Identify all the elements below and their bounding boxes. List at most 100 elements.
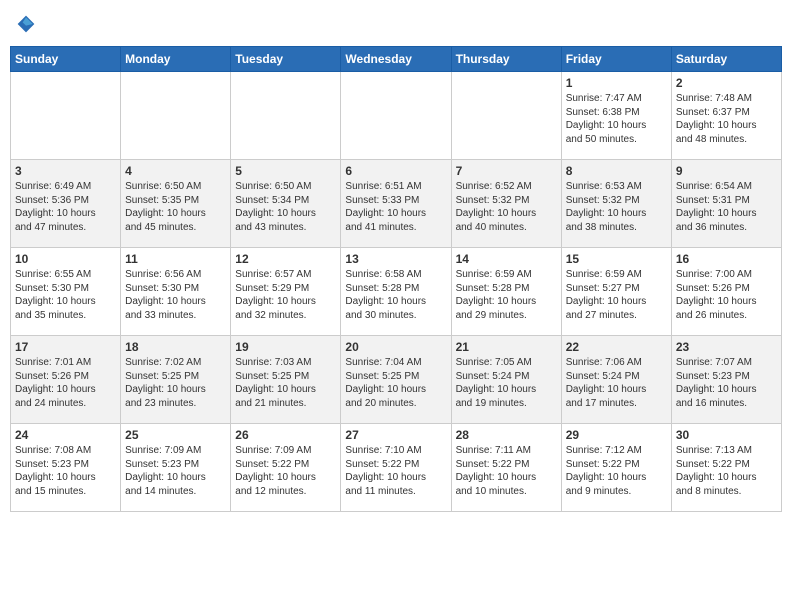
day-info: Sunrise: 6:51 AM Sunset: 5:33 PM Dayligh… bbox=[345, 180, 446, 234]
calendar-cell bbox=[341, 72, 451, 160]
calendar-cell: 29 Sunrise: 7:12 AM Sunset: 5:22 PM Dayli… bbox=[561, 424, 671, 512]
calendar-cell: 4Sunrise: 6:50 AM Sunset: 5:35 PM Daylig… bbox=[121, 160, 231, 248]
day-number: 21 bbox=[456, 340, 557, 354]
day-number: 2 bbox=[676, 76, 777, 90]
calendar-cell: 18 Sunrise: 7:02 AM Sunset: 5:25 PM Dayli… bbox=[121, 336, 231, 424]
day-info: Sunrise: 6:54 AM Sunset: 5:31 PM Dayligh… bbox=[676, 180, 777, 234]
col-header-tuesday: Tuesday bbox=[231, 47, 341, 72]
day-number: 7 bbox=[456, 164, 557, 178]
day-number: 8 bbox=[566, 164, 667, 178]
logo-icon bbox=[16, 14, 36, 34]
col-header-thursday: Thursday bbox=[451, 47, 561, 72]
calendar-cell: 10 Sunrise: 6:55 AM Sunset: 5:30 PM Dayli… bbox=[11, 248, 121, 336]
calendar-cell: 3 Sunrise: 6:49 AM Sunset: 5:36 PM Daylig… bbox=[11, 160, 121, 248]
day-info: Sunrise: 6:52 AM Sunset: 5:32 PM Dayligh… bbox=[456, 180, 557, 234]
day-info: Sunrise: 6:57 AM Sunset: 5:29 PM Dayligh… bbox=[235, 268, 336, 322]
week-row-1: 1Sunrise: 7:47 AM Sunset: 6:38 PM Daylig… bbox=[11, 72, 782, 160]
day-number: 5 bbox=[235, 164, 336, 178]
day-number: 30 bbox=[676, 428, 777, 442]
day-info: Sunrise: 7:03 AM Sunset: 5:25 PM Dayligh… bbox=[235, 356, 336, 410]
calendar-cell: 23Sunrise: 7:07 AM Sunset: 5:23 PM Dayli… bbox=[671, 336, 781, 424]
day-info: Sunrise: 7:09 AM Sunset: 5:22 PM Dayligh… bbox=[235, 444, 336, 498]
calendar-cell: 16 Sunrise: 7:00 AM Sunset: 5:26 PM Dayli… bbox=[671, 248, 781, 336]
calendar-cell: 1Sunrise: 7:47 AM Sunset: 6:38 PM Daylig… bbox=[561, 72, 671, 160]
calendar-cell: 25 Sunrise: 7:09 AM Sunset: 5:23 PM Dayli… bbox=[121, 424, 231, 512]
day-info: Sunrise: 7:09 AM Sunset: 5:23 PM Dayligh… bbox=[125, 444, 226, 498]
day-number: 26 bbox=[235, 428, 336, 442]
col-header-wednesday: Wednesday bbox=[341, 47, 451, 72]
day-info: Sunrise: 6:49 AM Sunset: 5:36 PM Dayligh… bbox=[15, 180, 116, 234]
week-row-5: 24 Sunrise: 7:08 AM Sunset: 5:23 PM Dayli… bbox=[11, 424, 782, 512]
day-number: 28 bbox=[456, 428, 557, 442]
calendar-cell: 30 Sunrise: 7:13 AM Sunset: 5:22 PM Dayli… bbox=[671, 424, 781, 512]
day-number: 23 bbox=[676, 340, 777, 354]
day-info: Sunrise: 7:08 AM Sunset: 5:23 PM Dayligh… bbox=[15, 444, 116, 498]
calendar-cell: 17 Sunrise: 7:01 AM Sunset: 5:26 PM Dayli… bbox=[11, 336, 121, 424]
calendar-cell: 12 Sunrise: 6:57 AM Sunset: 5:29 PM Dayli… bbox=[231, 248, 341, 336]
day-info: Sunrise: 6:50 AM Sunset: 5:35 PM Dayligh… bbox=[125, 180, 226, 234]
day-number: 9 bbox=[676, 164, 777, 178]
col-header-monday: Monday bbox=[121, 47, 231, 72]
calendar-cell: 15 Sunrise: 6:59 AM Sunset: 5:27 PM Dayli… bbox=[561, 248, 671, 336]
calendar-cell: 21 Sunrise: 7:05 AM Sunset: 5:24 PM Dayli… bbox=[451, 336, 561, 424]
week-row-2: 3 Sunrise: 6:49 AM Sunset: 5:36 PM Daylig… bbox=[11, 160, 782, 248]
day-info: Sunrise: 6:53 AM Sunset: 5:32 PM Dayligh… bbox=[566, 180, 667, 234]
day-number: 10 bbox=[15, 252, 116, 266]
calendar-cell: 28Sunrise: 7:11 AM Sunset: 5:22 PM Dayli… bbox=[451, 424, 561, 512]
day-info: Sunrise: 7:12 AM Sunset: 5:22 PM Dayligh… bbox=[566, 444, 667, 498]
day-number: 29 bbox=[566, 428, 667, 442]
day-info: Sunrise: 7:00 AM Sunset: 5:26 PM Dayligh… bbox=[676, 268, 777, 322]
col-header-saturday: Saturday bbox=[671, 47, 781, 72]
page-header bbox=[10, 10, 782, 38]
day-info: Sunrise: 6:58 AM Sunset: 5:28 PM Dayligh… bbox=[345, 268, 446, 322]
day-info: Sunrise: 7:10 AM Sunset: 5:22 PM Dayligh… bbox=[345, 444, 446, 498]
calendar-header-row: SundayMondayTuesdayWednesdayThursdayFrid… bbox=[11, 47, 782, 72]
calendar-cell: 5 Sunrise: 6:50 AM Sunset: 5:34 PM Daylig… bbox=[231, 160, 341, 248]
day-number: 14 bbox=[456, 252, 557, 266]
day-info: Sunrise: 7:06 AM Sunset: 5:24 PM Dayligh… bbox=[566, 356, 667, 410]
day-number: 27 bbox=[345, 428, 446, 442]
day-number: 16 bbox=[676, 252, 777, 266]
day-info: Sunrise: 6:59 AM Sunset: 5:27 PM Dayligh… bbox=[566, 268, 667, 322]
calendar-cell: 2Sunrise: 7:48 AM Sunset: 6:37 PM Daylig… bbox=[671, 72, 781, 160]
col-header-sunday: Sunday bbox=[11, 47, 121, 72]
day-number: 22 bbox=[566, 340, 667, 354]
day-info: Sunrise: 6:59 AM Sunset: 5:28 PM Dayligh… bbox=[456, 268, 557, 322]
day-number: 20 bbox=[345, 340, 446, 354]
day-number: 13 bbox=[345, 252, 446, 266]
calendar-cell: 24 Sunrise: 7:08 AM Sunset: 5:23 PM Dayli… bbox=[11, 424, 121, 512]
calendar-cell: 14 Sunrise: 6:59 AM Sunset: 5:28 PM Dayli… bbox=[451, 248, 561, 336]
calendar-cell: 26 Sunrise: 7:09 AM Sunset: 5:22 PM Dayli… bbox=[231, 424, 341, 512]
day-info: Sunrise: 6:55 AM Sunset: 5:30 PM Dayligh… bbox=[15, 268, 116, 322]
day-info: Sunrise: 7:02 AM Sunset: 5:25 PM Dayligh… bbox=[125, 356, 226, 410]
day-number: 11 bbox=[125, 252, 226, 266]
day-info: Sunrise: 7:13 AM Sunset: 5:22 PM Dayligh… bbox=[676, 444, 777, 498]
day-info: Sunrise: 7:05 AM Sunset: 5:24 PM Dayligh… bbox=[456, 356, 557, 410]
calendar-cell: 22 Sunrise: 7:06 AM Sunset: 5:24 PM Dayli… bbox=[561, 336, 671, 424]
calendar-cell: 8 Sunrise: 6:53 AM Sunset: 5:32 PM Daylig… bbox=[561, 160, 671, 248]
day-number: 19 bbox=[235, 340, 336, 354]
day-number: 1 bbox=[566, 76, 667, 90]
day-number: 3 bbox=[15, 164, 116, 178]
calendar-table: SundayMondayTuesdayWednesdayThursdayFrid… bbox=[10, 46, 782, 512]
week-row-4: 17 Sunrise: 7:01 AM Sunset: 5:26 PM Dayli… bbox=[11, 336, 782, 424]
day-number: 12 bbox=[235, 252, 336, 266]
calendar-cell: 6 Sunrise: 6:51 AM Sunset: 5:33 PM Daylig… bbox=[341, 160, 451, 248]
day-number: 25 bbox=[125, 428, 226, 442]
col-header-friday: Friday bbox=[561, 47, 671, 72]
calendar-cell bbox=[121, 72, 231, 160]
calendar-cell bbox=[11, 72, 121, 160]
calendar-cell: 7 Sunrise: 6:52 AM Sunset: 5:32 PM Daylig… bbox=[451, 160, 561, 248]
day-number: 24 bbox=[15, 428, 116, 442]
calendar-cell: 27 Sunrise: 7:10 AM Sunset: 5:22 PM Dayli… bbox=[341, 424, 451, 512]
calendar-cell: 20Sunrise: 7:04 AM Sunset: 5:25 PM Dayli… bbox=[341, 336, 451, 424]
day-number: 18 bbox=[125, 340, 226, 354]
day-info: Sunrise: 6:50 AM Sunset: 5:34 PM Dayligh… bbox=[235, 180, 336, 234]
calendar-cell: 9 Sunrise: 6:54 AM Sunset: 5:31 PM Daylig… bbox=[671, 160, 781, 248]
week-row-3: 10 Sunrise: 6:55 AM Sunset: 5:30 PM Dayli… bbox=[11, 248, 782, 336]
calendar-cell bbox=[451, 72, 561, 160]
day-info: Sunrise: 7:01 AM Sunset: 5:26 PM Dayligh… bbox=[15, 356, 116, 410]
day-number: 17 bbox=[15, 340, 116, 354]
day-number: 15 bbox=[566, 252, 667, 266]
day-number: 6 bbox=[345, 164, 446, 178]
